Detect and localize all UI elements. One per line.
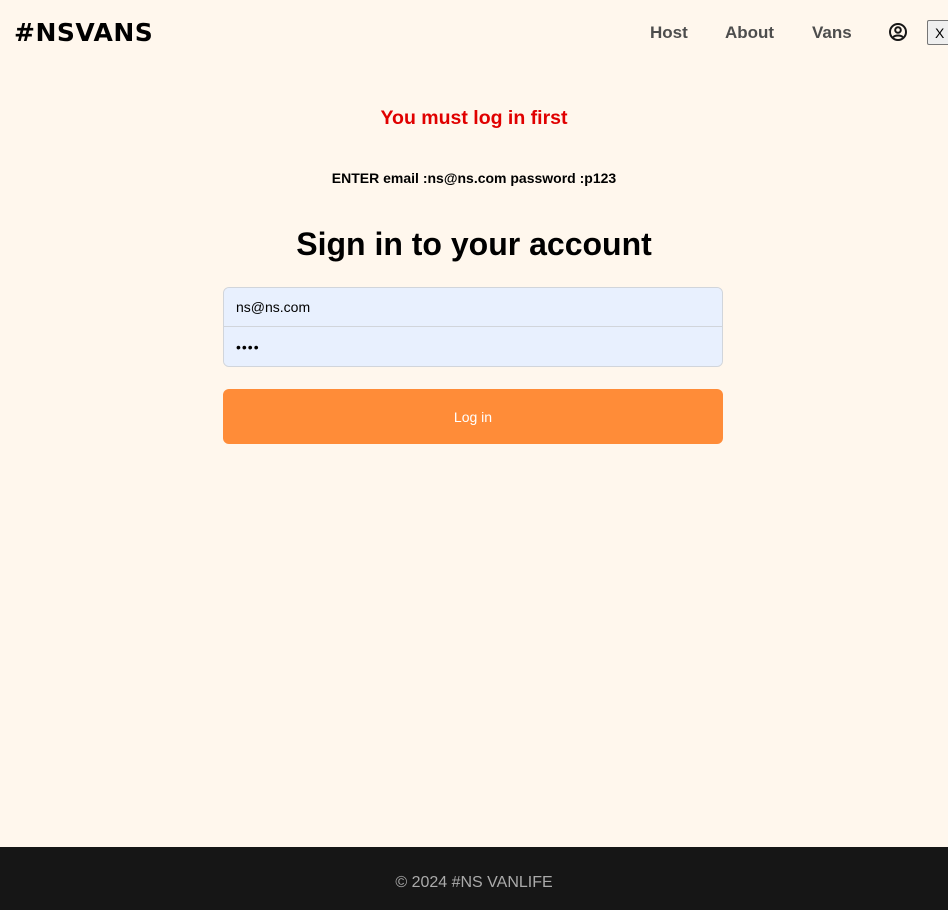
password-field[interactable] xyxy=(224,327,722,366)
auth-required-message: You must log in first xyxy=(380,107,568,129)
site-header: #NSVANS Host About Vans X xyxy=(0,0,948,66)
logout-button[interactable]: X xyxy=(927,20,948,45)
nav-host-link[interactable]: Host xyxy=(650,23,688,43)
nav-vans-link[interactable]: Vans xyxy=(812,23,852,43)
credentials-input-group xyxy=(223,287,723,367)
site-footer: © 2024 #NS VANLIFE xyxy=(0,847,948,910)
credentials-hint: ENTER email :ns@ns.com password :p123 xyxy=(331,170,617,186)
nav-about-link[interactable]: About xyxy=(725,23,774,43)
login-form: Log in xyxy=(223,287,723,444)
login-button[interactable]: Log in xyxy=(223,389,723,444)
site-logo-link[interactable]: #NSVANS xyxy=(14,18,153,47)
copyright-text: © 2024 #NS VANLIFE xyxy=(395,874,553,891)
user-circle-icon[interactable] xyxy=(888,22,908,42)
email-field[interactable] xyxy=(224,288,722,327)
page-title: Sign in to your account xyxy=(296,226,652,262)
